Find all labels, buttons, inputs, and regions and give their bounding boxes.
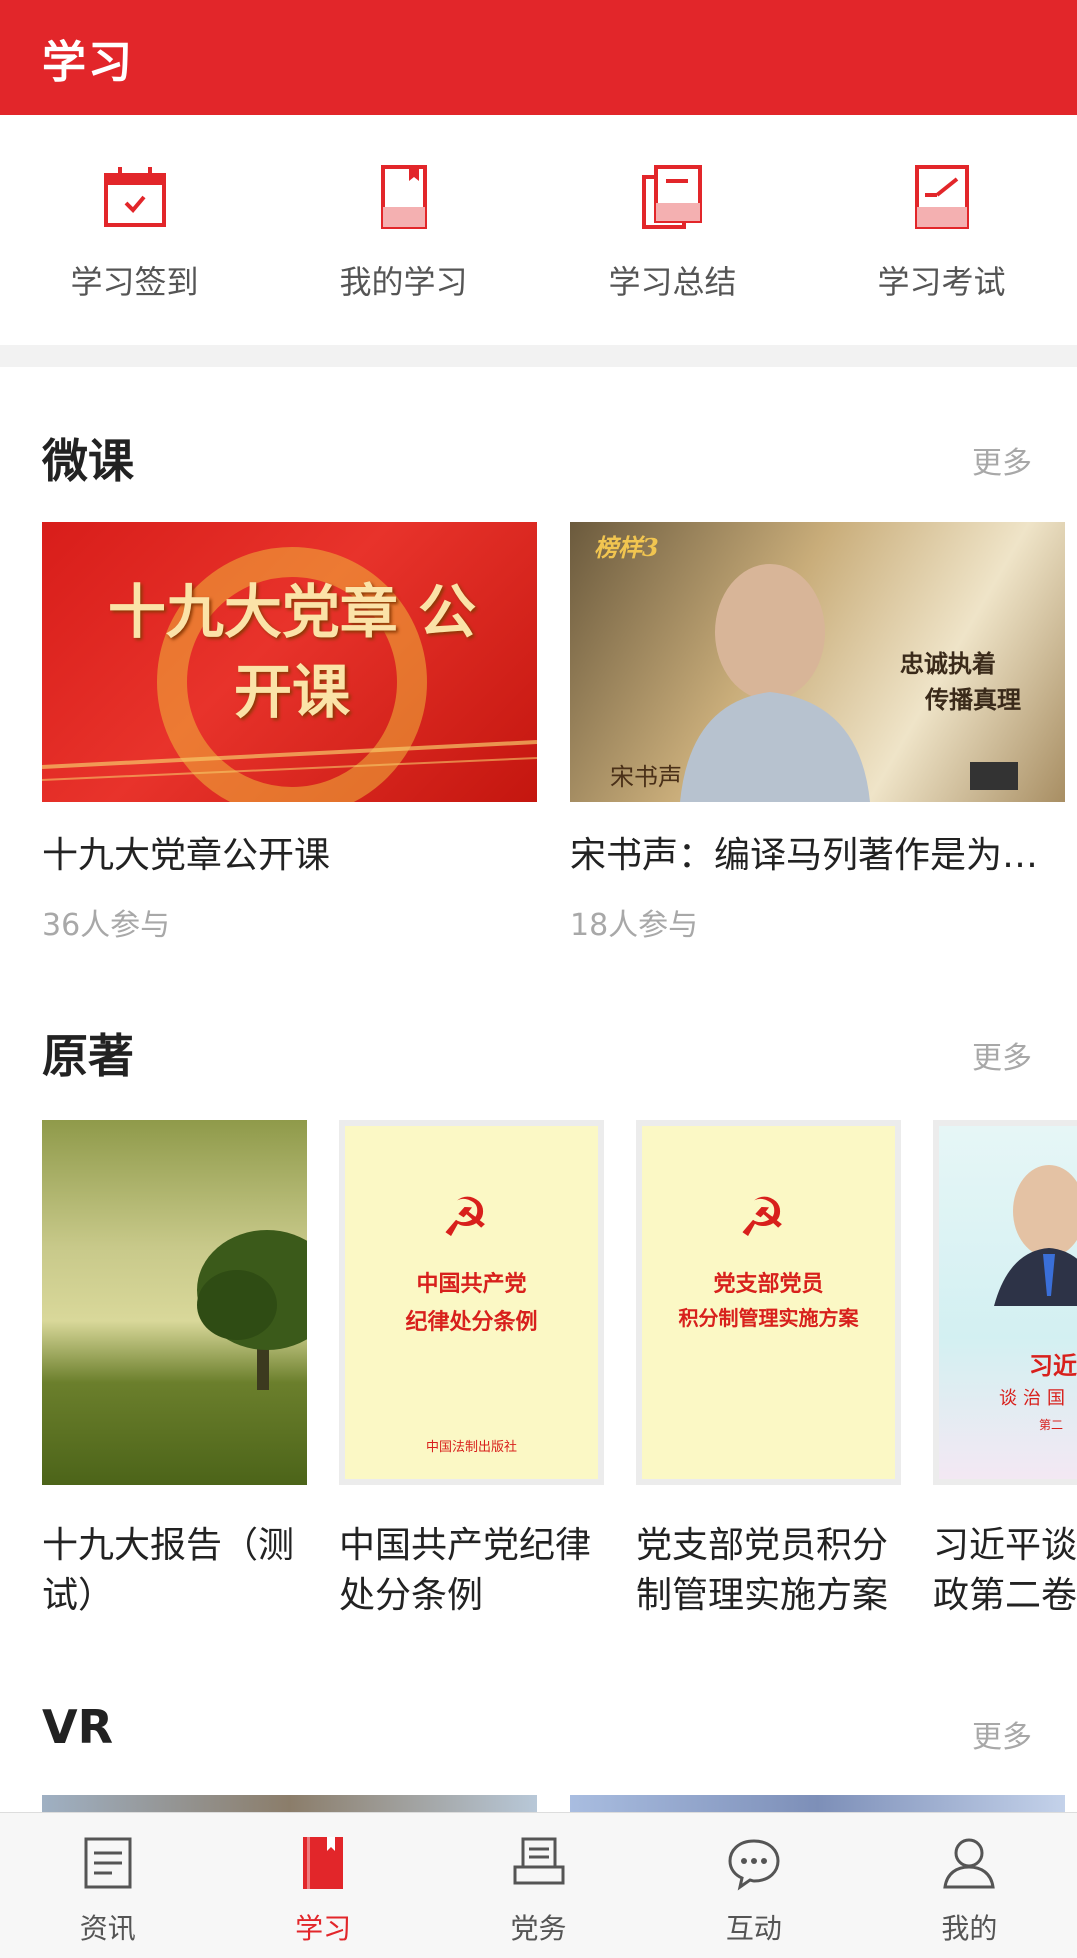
quick-action-label: 我的学习 <box>339 263 468 301</box>
quick-action-label: 学习考试 <box>877 263 1006 301</box>
cover-title-line: 谈治国 <box>999 1388 1071 1409</box>
quick-action-checkin[interactable]: 学习签到 <box>0 115 269 345</box>
cover-title-line: 纪律处分条例 <box>405 1309 538 1335</box>
quick-action-my-study[interactable]: 我的学习 <box>269 115 538 345</box>
thumbnail-badge: 榜样3 <box>594 533 659 562</box>
exam-edit-icon <box>914 165 969 229</box>
quick-actions: 学习签到 我的学习 学习总结 学习考试 <box>0 115 1077 345</box>
cover-title-line: 党支部党员 <box>713 1271 824 1297</box>
thumbnail-caption: 十九大党章 公开课 <box>107 578 477 726</box>
book-cover: 习近 谈治国 第二 <box>933 1120 1077 1485</box>
hammer-sickle-icon: ☭ <box>738 1186 787 1249</box>
thumbnail-caption: 忠诚执着 <box>900 649 996 678</box>
cover-publisher: 中国法制出版社 <box>425 1440 517 1455</box>
cover-title-line: 习近 <box>1029 1351 1077 1380</box>
tab-label: 党务 <box>510 1912 567 1945</box>
tab-label: 互动 <box>725 1912 782 1945</box>
printer-icon <box>513 1837 565 1885</box>
cover-title-line: 中国共产党 <box>416 1271 527 1297</box>
section-title-yuanzhu: 原著 <box>42 1029 134 1083</box>
book-title: 习近平谈治国理政第二卷 <box>933 1525 1077 1616</box>
book-cover: ☭ 中国共产党 纪律处分条例 中国法制出版社 <box>339 1120 604 1485</box>
section-title-vr: VR <box>42 1700 114 1754</box>
app-header: 学习 <box>0 0 1077 115</box>
page-title: 学习 <box>42 37 134 88</box>
user-icon <box>943 1838 996 1889</box>
quick-action-label: 学习签到 <box>70 263 199 301</box>
weike-thumbnail: 榜样3 忠诚执着 传播真理 宋书声 <box>570 522 1065 802</box>
book-title: 中国共产党纪律处分条例 <box>339 1525 592 1616</box>
weike-card[interactable]: 榜样3 忠诚执着 传播真理 宋书声 宋书声：编译马列著作是为人民服务 18人参与 <box>570 522 1065 944</box>
stacked-docs-icon <box>641 165 702 229</box>
bookmark-book-icon <box>380 165 427 229</box>
chat-bubble-icon <box>728 1839 780 1891</box>
book-title: 党支部党员积分制管理实施方案 <box>636 1525 889 1616</box>
hammer-sickle-icon: ☭ <box>441 1186 490 1249</box>
book-cover: ☭ 党支部党员 积分制管理实施方案 <box>636 1120 901 1485</box>
section-divider <box>0 345 1077 367</box>
cover-title-line: 第二 <box>1039 1418 1064 1432</box>
book-cover <box>42 1120 307 1485</box>
vr-more-link[interactable]: 更多 <box>972 1712 1032 1756</box>
quick-action-summary[interactable]: 学习总结 <box>538 115 807 345</box>
weike-thumbnail: 十九大党章 公开课 <box>42 522 537 802</box>
tree-graphic <box>197 1230 307 1390</box>
book-card[interactable]: 十九大报告（测试） <box>42 1120 307 1621</box>
weike-participants: 18人参与 <box>570 908 699 943</box>
tab-party-affairs[interactable]: 党务 <box>431 1813 646 1958</box>
book-card[interactable]: 习近 谈治国 第二 习近平谈治国理政第二卷 <box>933 1120 1077 1621</box>
weike-more-link[interactable]: 更多 <box>972 438 1032 482</box>
tab-news[interactable]: 资讯 <box>0 1813 215 1958</box>
book-card[interactable]: ☭ 党支部党员 积分制管理实施方案 党支部党员积分制管理实施方案 <box>636 1120 901 1621</box>
tab-interact[interactable]: 互动 <box>646 1813 861 1958</box>
thumbnail-caption: 传播真理 <box>925 685 1021 714</box>
news-doc-icon <box>84 1837 132 1889</box>
yuanzhu-more-link[interactable]: 更多 <box>972 1033 1032 1077</box>
cover-title-line: 积分制管理实施方案 <box>678 1306 859 1330</box>
weike-title: 宋书声：编译马列著作是为人民服务 <box>570 835 1065 876</box>
book-title: 十九大报告（测试） <box>42 1525 295 1616</box>
quick-action-exam[interactable]: 学习考试 <box>807 115 1076 345</box>
book-card[interactable]: ☭ 中国共产党 纪律处分条例 中国法制出版社 中国共产党纪律处分条例 <box>339 1120 604 1621</box>
weike-participants: 36人参与 <box>42 908 171 943</box>
tab-label: 我的 <box>941 1912 998 1945</box>
calendar-check-icon <box>103 167 166 227</box>
thumbnail-caption: 宋书声 <box>610 763 682 791</box>
weike-title: 十九大党章公开课 <box>42 835 331 876</box>
bottom-tab-bar: 资讯 学习 党务 互动 我的 <box>0 1812 1077 1958</box>
book-icon <box>303 1837 344 1889</box>
section-title-weike: 微课 <box>42 434 134 488</box>
quick-action-label: 学习总结 <box>608 263 737 301</box>
weike-card[interactable]: 十九大党章 公开课 十九大党章公开课 36人参与 <box>42 522 537 944</box>
tab-mine[interactable]: 我的 <box>862 1813 1077 1958</box>
tab-label: 学习 <box>295 1912 352 1945</box>
tab-label: 资讯 <box>79 1912 136 1945</box>
tab-study[interactable]: 学习 <box>215 1813 430 1958</box>
